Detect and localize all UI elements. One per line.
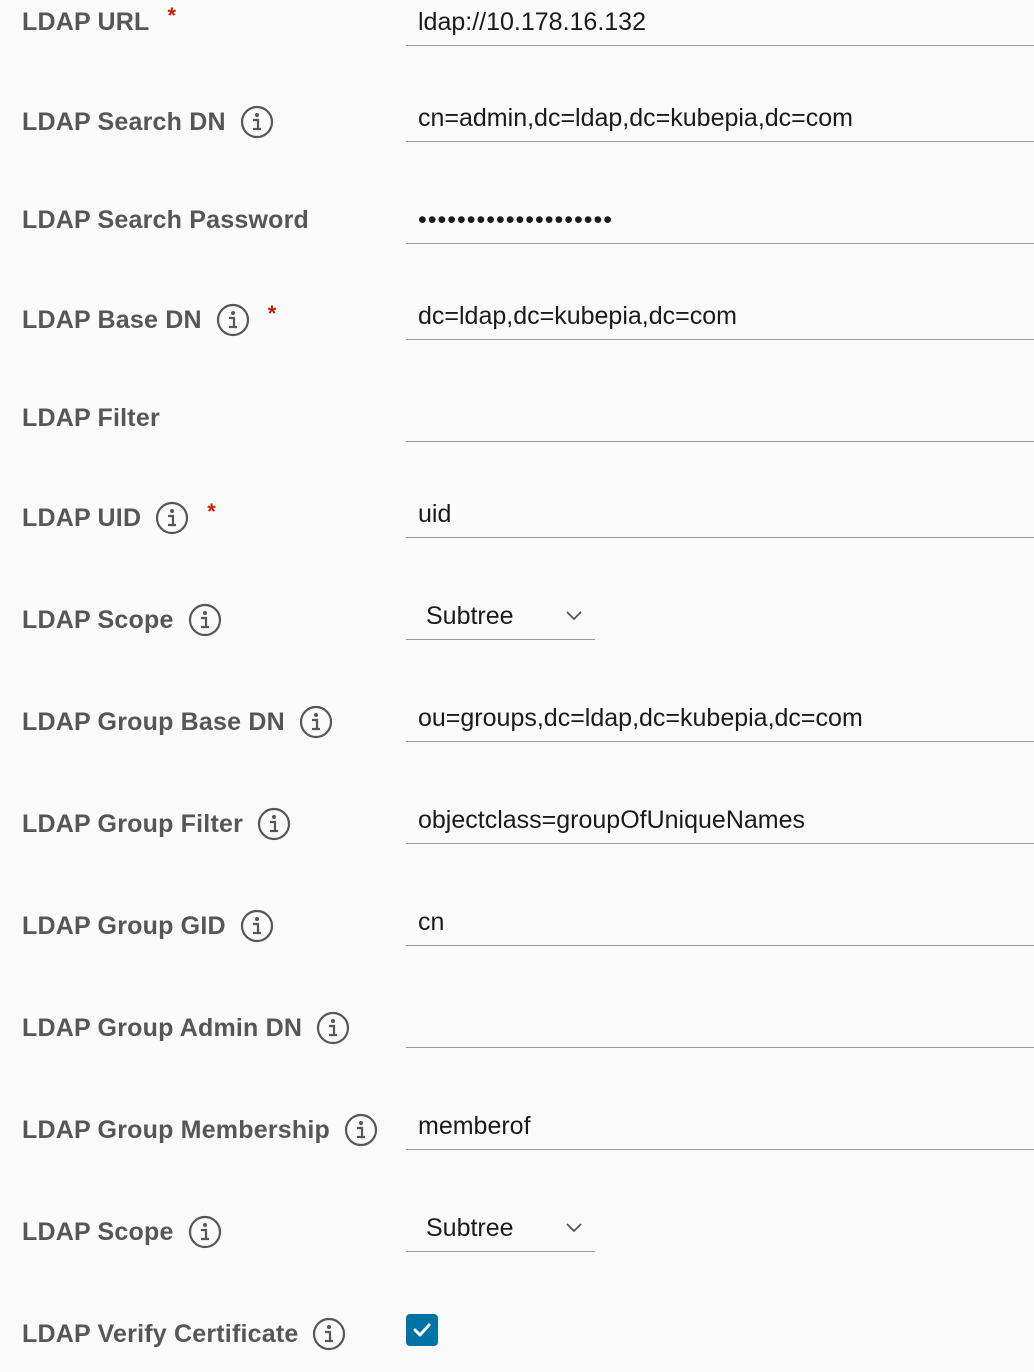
field-label-ldap-scope: LDAP Scope — [22, 605, 174, 634]
info-icon[interactable] — [316, 1011, 350, 1045]
checkmark-icon — [413, 1323, 431, 1337]
row-ldap-scope: LDAP Scope — [22, 598, 222, 642]
info-icon[interactable] — [312, 1317, 346, 1351]
ldap-config-form: LDAP URL * LDAP Search DN LDAP Search Pa… — [0, 0, 1034, 1372]
field-label-ldap-filter: LDAP Filter — [22, 403, 160, 432]
required-marker: * — [267, 301, 277, 326]
info-icon[interactable] — [257, 807, 291, 841]
ldap-url-input[interactable] — [406, 0, 1034, 46]
info-icon[interactable] — [216, 303, 250, 337]
row-ldap-search-dn: LDAP Search DN — [22, 100, 274, 144]
field-label-ldap-group-admin-dn: LDAP Group Admin DN — [22, 1013, 303, 1042]
field-label-ldap-uid: LDAP UID — [22, 503, 142, 532]
row-ldap-group-base-dn: LDAP Group Base DN — [22, 700, 333, 744]
ldap-group-admin-dn-input[interactable] — [406, 1002, 1034, 1048]
info-icon[interactable] — [240, 105, 274, 139]
info-icon[interactable] — [240, 909, 274, 943]
ldap-scope-selected-value: Subtree — [426, 602, 514, 630]
row-ldap-verify-certificate: LDAP Verify Certificate — [22, 1312, 346, 1356]
required-marker: * — [167, 3, 177, 28]
row-ldap-group-admin-dn: LDAP Group Admin DN — [22, 1006, 350, 1050]
row-ldap-base-dn: LDAP Base DN * — [22, 298, 276, 342]
row-ldap-group-gid: LDAP Group GID — [22, 904, 274, 948]
ldap-group-scope-selected-value: Subtree — [426, 1214, 514, 1242]
field-label-ldap-group-gid: LDAP Group GID — [22, 911, 226, 940]
info-icon[interactable] — [299, 705, 333, 739]
row-ldap-url: LDAP URL * — [22, 0, 176, 44]
row-ldap-search-password: LDAP Search Password — [22, 198, 309, 242]
ldap-scope-select[interactable]: Subtree — [406, 594, 595, 640]
field-label-ldap-search-dn: LDAP Search DN — [22, 107, 226, 136]
info-icon[interactable] — [188, 1215, 222, 1249]
ldap-search-password-input[interactable] — [406, 198, 1034, 244]
ldap-search-dn-input[interactable] — [406, 96, 1034, 142]
ldap-group-gid-input[interactable] — [406, 900, 1034, 946]
row-ldap-uid: LDAP UID * — [22, 496, 216, 540]
field-label-ldap-group-scope: LDAP Scope — [22, 1217, 174, 1246]
ldap-filter-input[interactable] — [406, 396, 1034, 442]
row-ldap-group-membership: LDAP Group Membership — [22, 1108, 378, 1152]
ldap-base-dn-input[interactable] — [406, 294, 1034, 340]
ldap-uid-input[interactable] — [406, 492, 1034, 538]
ldap-group-filter-input[interactable] — [406, 798, 1034, 844]
row-ldap-group-scope: LDAP Scope — [22, 1210, 222, 1254]
ldap-group-base-dn-input[interactable] — [406, 696, 1034, 742]
field-label-ldap-group-membership: LDAP Group Membership — [22, 1115, 330, 1144]
chevron-down-icon — [566, 611, 582, 621]
row-ldap-group-filter: LDAP Group Filter — [22, 802, 291, 846]
ldap-group-membership-input[interactable] — [406, 1104, 1034, 1150]
info-icon[interactable] — [155, 501, 189, 535]
field-label-ldap-group-base-dn: LDAP Group Base DN — [22, 707, 285, 736]
field-label-ldap-search-password: LDAP Search Password — [22, 205, 309, 234]
field-label-ldap-base-dn: LDAP Base DN — [22, 305, 202, 334]
ldap-group-scope-select[interactable]: Subtree — [406, 1206, 595, 1252]
field-label-ldap-group-filter: LDAP Group Filter — [22, 809, 244, 838]
ldap-verify-certificate-checkbox[interactable] — [406, 1314, 438, 1346]
field-label-ldap-verify-certificate: LDAP Verify Certificate — [22, 1319, 299, 1348]
chevron-down-icon — [566, 1223, 582, 1233]
row-ldap-filter: LDAP Filter — [22, 396, 160, 440]
info-icon[interactable] — [188, 603, 222, 637]
info-icon[interactable] — [344, 1113, 378, 1147]
required-marker: * — [207, 499, 216, 524]
field-label-ldap-url: LDAP URL — [22, 7, 150, 36]
